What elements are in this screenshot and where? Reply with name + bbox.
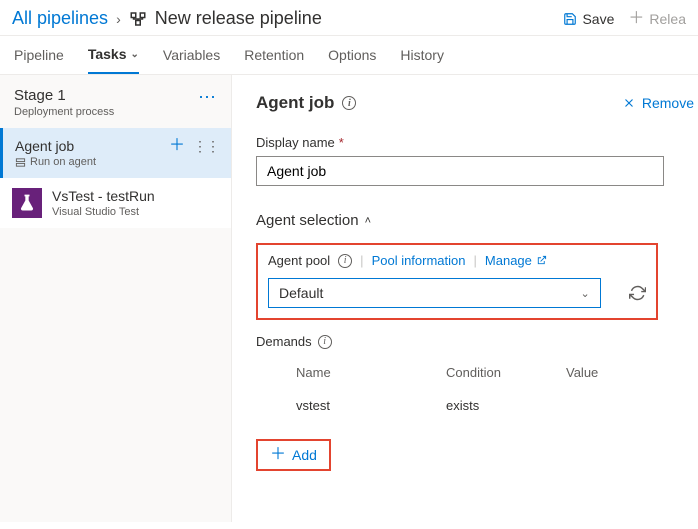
release-button[interactable]: ＋ Relea <box>628 11 686 27</box>
info-icon[interactable]: i <box>342 96 356 110</box>
agent-job-subtitle: Run on agent <box>15 156 96 168</box>
toolbar: Save ＋ Relea <box>563 11 686 27</box>
display-name-field: Display name * <box>256 135 698 186</box>
pool-information-link[interactable]: Pool information <box>372 253 466 268</box>
release-label: Relea <box>649 11 686 27</box>
separator: | <box>360 253 363 268</box>
tab-pipeline[interactable]: Pipeline <box>14 36 64 74</box>
stage-header[interactable]: Stage 1 Deployment process ⋯ <box>0 75 231 128</box>
table-row[interactable]: vstest exists <box>256 390 652 421</box>
server-icon <box>15 157 26 168</box>
remove-button[interactable]: Remove <box>622 95 698 111</box>
chevron-right-icon: › <box>116 11 121 27</box>
tab-retention[interactable]: Retention <box>244 36 304 74</box>
col-value: Value <box>566 365 646 380</box>
stage-title: Stage 1 <box>14 87 114 104</box>
cell-name: vstest <box>296 398 446 413</box>
agent-job-sub-text: Run on agent <box>30 156 96 168</box>
page-title: New release pipeline <box>155 8 322 29</box>
agent-pool-value: Default <box>279 285 323 301</box>
cell-condition: exists <box>446 398 566 413</box>
more-actions-button[interactable]: ⋯ <box>198 87 217 108</box>
stage-subtitle: Deployment process <box>14 106 114 118</box>
external-link-icon <box>536 255 547 266</box>
task-item-vstest[interactable]: VsTest - testRun Visual Studio Test <box>0 178 231 228</box>
right-panel: Agent job i Remove Display name * Agent … <box>232 75 698 522</box>
save-icon <box>563 12 577 26</box>
add-label: Add <box>292 447 317 463</box>
agent-pool-section: Agent pool i | Pool information | Manage… <box>256 243 658 320</box>
col-name: Name <box>296 365 446 380</box>
demands-label: Demands <box>256 334 312 349</box>
demands-label-row: Demands i <box>256 334 698 349</box>
tab-tasks-label: Tasks <box>88 46 127 62</box>
body: Stage 1 Deployment process ⋯ Agent job R… <box>0 75 698 522</box>
close-icon <box>622 96 636 110</box>
agent-pool-select[interactable]: Default ⌄ <box>268 278 601 308</box>
add-task-button[interactable]: ＋ <box>169 138 185 154</box>
drag-handle-icon[interactable]: ⋮⋮ <box>193 139 219 153</box>
pipeline-icon <box>129 10 147 28</box>
remove-label: Remove <box>642 95 694 111</box>
save-button[interactable]: Save <box>563 11 614 27</box>
tab-options[interactable]: Options <box>328 36 376 74</box>
col-condition: Condition <box>446 365 566 380</box>
required-asterisk: * <box>339 135 344 150</box>
panel-heading: Agent job i <box>256 93 356 113</box>
display-name-input[interactable] <box>256 156 664 186</box>
tabs: Pipeline Tasks ⌄ Variables Retention Opt… <box>0 36 698 75</box>
breadcrumb-root-link[interactable]: All pipelines <box>12 8 108 29</box>
save-label: Save <box>582 11 614 27</box>
task-title: VsTest - testRun <box>52 188 155 204</box>
left-panel: Stage 1 Deployment process ⋯ Agent job R… <box>0 75 232 522</box>
chevron-up-icon: ˄ <box>365 215 371 227</box>
agent-job-item[interactable]: Agent job Run on agent ＋ ⋮⋮ <box>0 128 231 178</box>
display-name-label: Display name <box>256 135 335 150</box>
chevron-down-icon: ⌄ <box>581 287 590 300</box>
manage-label: Manage <box>485 253 532 268</box>
chevron-down-icon: ⌄ <box>131 49 139 60</box>
header: All pipelines › New release pipeline Sav… <box>0 0 698 36</box>
manage-link[interactable]: Manage <box>485 253 547 268</box>
info-icon[interactable]: i <box>318 335 332 349</box>
cell-value <box>566 398 646 413</box>
demands-header: Name Condition Value <box>256 359 652 390</box>
tab-tasks[interactable]: Tasks ⌄ <box>88 36 139 74</box>
tab-history[interactable]: History <box>400 36 444 74</box>
separator: | <box>474 253 477 268</box>
task-subtitle: Visual Studio Test <box>52 206 155 218</box>
breadcrumb: All pipelines › New release pipeline <box>12 8 322 29</box>
info-icon[interactable]: i <box>338 254 352 268</box>
tab-variables[interactable]: Variables <box>163 36 220 74</box>
agent-pool-label: Agent pool <box>268 253 330 268</box>
agent-selection-label: Agent selection <box>256 212 359 229</box>
plus-icon: ＋ <box>628 11 644 27</box>
flask-icon <box>12 188 42 218</box>
demands-table: Name Condition Value vstest exists <box>256 359 652 421</box>
agent-selection-toggle[interactable]: Agent selection ˄ <box>256 212 698 229</box>
agent-job-title: Agent job <box>15 138 96 154</box>
plus-icon: ＋ <box>270 447 286 463</box>
panel-heading-text: Agent job <box>256 93 334 113</box>
refresh-button[interactable] <box>629 284 646 302</box>
add-demand-button[interactable]: ＋ Add <box>256 439 331 471</box>
